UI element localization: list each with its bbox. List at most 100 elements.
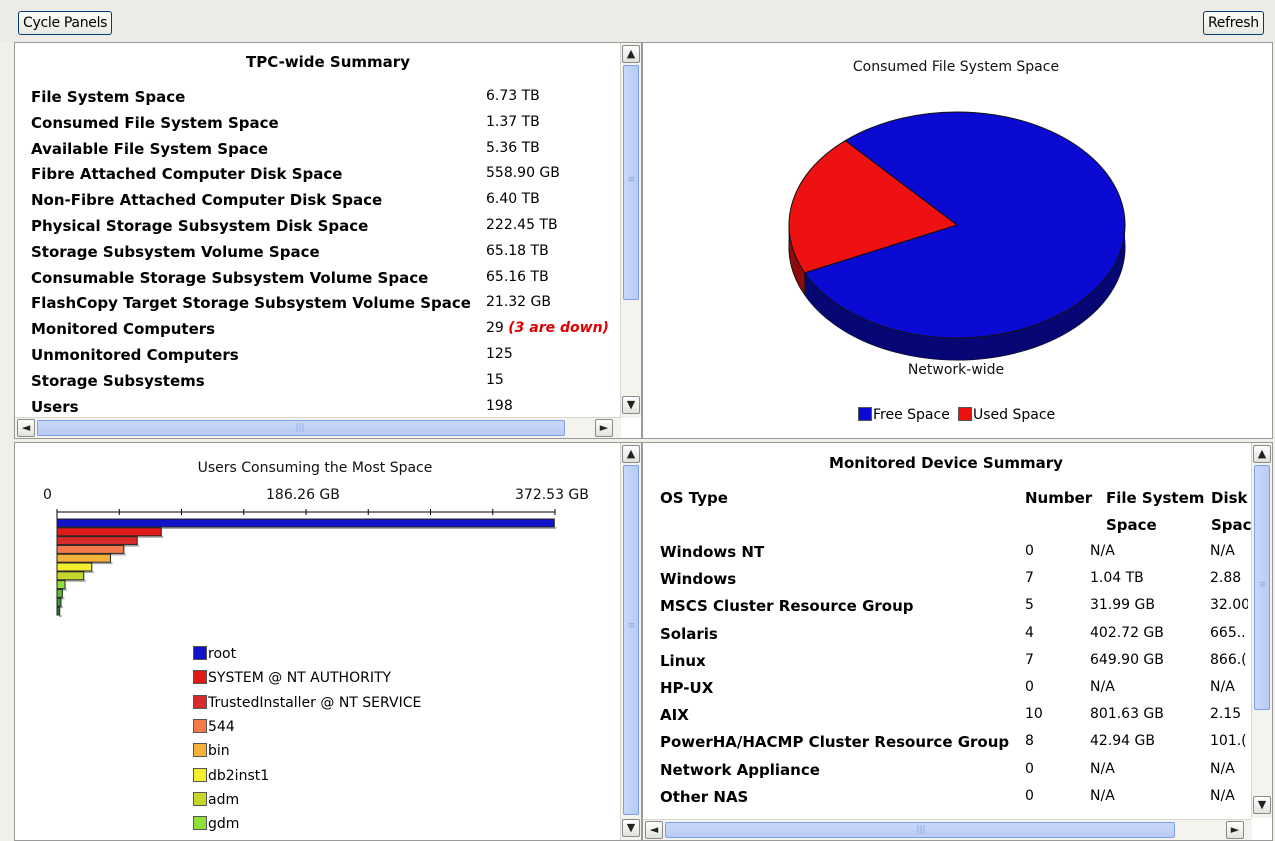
bar [56, 597, 62, 607]
legend-swatch [193, 718, 207, 733]
bar-chart: 0 186.26 GB 372.53 GB [43, 487, 589, 617]
bar [56, 580, 66, 590]
legend-swatch [193, 694, 207, 709]
legend-swatch [193, 767, 207, 782]
legend-label: TrustedInstaller @ NT SERVICE [208, 694, 422, 711]
device-cell-number: 5 [1025, 597, 1034, 614]
summary-label: Users [31, 397, 79, 416]
column-header-fs: File System [1106, 489, 1205, 507]
device-cell-os: MSCS Cluster Resource Group [660, 597, 914, 616]
legend-swatch [193, 791, 207, 806]
chart-xlabel: Network-wide [907, 362, 1005, 378]
scroll-left-button[interactable]: ◄ [645, 821, 663, 839]
tick-label: 0 [43, 487, 52, 503]
scroll-up-button[interactable]: ▲ [622, 445, 640, 463]
scroll-left-button[interactable]: ◄ [17, 419, 35, 437]
device-cell-fs: N/A [1090, 787, 1115, 804]
device-cell-disk: 2.15 [1210, 706, 1242, 723]
legend-item: root [193, 646, 236, 662]
scrollbar-thumb[interactable]: ||| [37, 420, 565, 436]
summary-label: FlashCopy Target Storage Subsystem Volum… [31, 294, 471, 313]
scrollbar-thumb[interactable]: ≡ [1254, 465, 1270, 710]
legend-swatch [193, 816, 207, 831]
summary-label: Fibre Attached Computer Disk Space [31, 165, 343, 184]
summary-value: 65.16 TB [486, 269, 549, 285]
bar [56, 562, 93, 572]
bar [56, 553, 111, 563]
down-note: (3 are down) [508, 320, 609, 337]
device-cell-fs: 649.90 GB [1090, 651, 1164, 668]
cycle-panels-button[interactable]: Cycle Panels [18, 11, 113, 35]
bar-shadow [59, 615, 62, 617]
scrollbar-thumb[interactable]: ||| [665, 822, 1175, 838]
column-header-fs-2: Space [1106, 516, 1157, 534]
summary-value-text: 1.37 TB [486, 113, 540, 130]
device-cell-os: AIX [660, 706, 689, 725]
device-cell-number: 0 [1025, 679, 1034, 695]
device-cell-number: 4 [1025, 624, 1034, 641]
summary-value: 65.18 TB [486, 243, 549, 259]
device-cell-disk: 101.( [1210, 733, 1247, 750]
summary-value-text: 558.90 GB [486, 165, 560, 182]
column-header-disk-2: Space [1211, 516, 1251, 534]
scrollbar-thumb[interactable]: ≡ [623, 465, 639, 815]
bar [56, 527, 162, 537]
vertical-scrollbar[interactable]: ▲ ≡ ▼ [620, 443, 641, 840]
summary-value: 1.37 TB [486, 114, 540, 130]
legend-swatch [958, 407, 972, 421]
tick-label: 372.53 GB [515, 487, 589, 503]
legend-label: SYSTEM @ NT AUTHORITY [208, 670, 392, 687]
bar [56, 571, 85, 581]
scroll-up-button[interactable]: ▲ [622, 45, 640, 63]
scrollbar-thumb[interactable]: ≡ [623, 65, 639, 300]
vertical-scrollbar[interactable]: ▲ ≡ ▼ [1251, 443, 1272, 818]
scroll-right-button[interactable]: ► [1226, 821, 1244, 839]
device-cell-fs: 31.99 GB [1090, 597, 1155, 614]
summary-label: Unmonitored Computers [31, 346, 239, 364]
summary-value: 222.45 TB [486, 217, 558, 233]
bar [56, 588, 63, 598]
legend-item: SYSTEM @ NT AUTHORITY [193, 670, 391, 686]
horizontal-scrollbar[interactable]: ◄ ||| ► [15, 417, 621, 438]
toolbar: Cycle Panels Refresh [0, 0, 1275, 42]
summary-value: 21.32 GB [486, 294, 551, 310]
legend-item: Free Space [858, 407, 950, 423]
summary-value: 198 [486, 398, 513, 414]
column-header-number: Number [1025, 489, 1093, 507]
summary-label: Consumable Storage Subsystem Volume Spac… [31, 268, 429, 287]
refresh-button[interactable]: Refresh [1203, 11, 1264, 35]
scroll-up-button[interactable]: ▲ [1253, 445, 1271, 463]
summary-label: Storage Subsystems [31, 371, 205, 390]
horizontal-scrollbar[interactable]: ◄ ||| ► [643, 819, 1252, 840]
device-cell-disk: N/A [1210, 543, 1235, 559]
scroll-down-button[interactable]: ▼ [622, 396, 640, 414]
device-cell-fs: N/A [1090, 679, 1115, 695]
legend-label: 544 [208, 718, 235, 735]
device-cell-disk: N/A [1210, 787, 1235, 804]
column-header-os: OS Type [660, 489, 728, 507]
device-cell-fs: N/A [1090, 760, 1115, 777]
legend-swatch [193, 670, 207, 685]
summary-label: Available File System Space [31, 139, 269, 158]
summary-value: 558.90 GB [486, 165, 560, 181]
scroll-down-button[interactable]: ▼ [1253, 796, 1271, 814]
device-cell-os: Windows NT [660, 543, 765, 561]
legend-item: gdm [193, 816, 239, 832]
users-space-panel: Users Consuming the Most Space 0 186.26 G… [14, 442, 642, 841]
legend-swatch [193, 646, 207, 660]
summary-value-text: 29 [486, 320, 504, 337]
summary-label: Non-Fibre Attached Computer Disk Space [31, 191, 383, 210]
panel-title: Monitored Device Summary [829, 454, 1063, 472]
tpc-summary-panel: TPC-wide Summary File System Space 6.73 T… [14, 42, 642, 439]
summary-value-text: 21.32 GB [486, 294, 551, 311]
summary-value-text: 15 [486, 371, 504, 388]
summary-value: 15 [486, 372, 504, 388]
summary-value: 5.36 TB [486, 140, 540, 156]
legend-label: root [208, 646, 237, 662]
device-cell-number: 10 [1025, 706, 1043, 723]
vertical-scrollbar[interactable]: ▲ ≡ ▼ [620, 43, 641, 418]
device-cell-disk: 866.( [1210, 651, 1247, 668]
scroll-down-button[interactable]: ▼ [622, 819, 640, 837]
scroll-right-button[interactable]: ► [595, 419, 613, 437]
bar [56, 544, 125, 554]
